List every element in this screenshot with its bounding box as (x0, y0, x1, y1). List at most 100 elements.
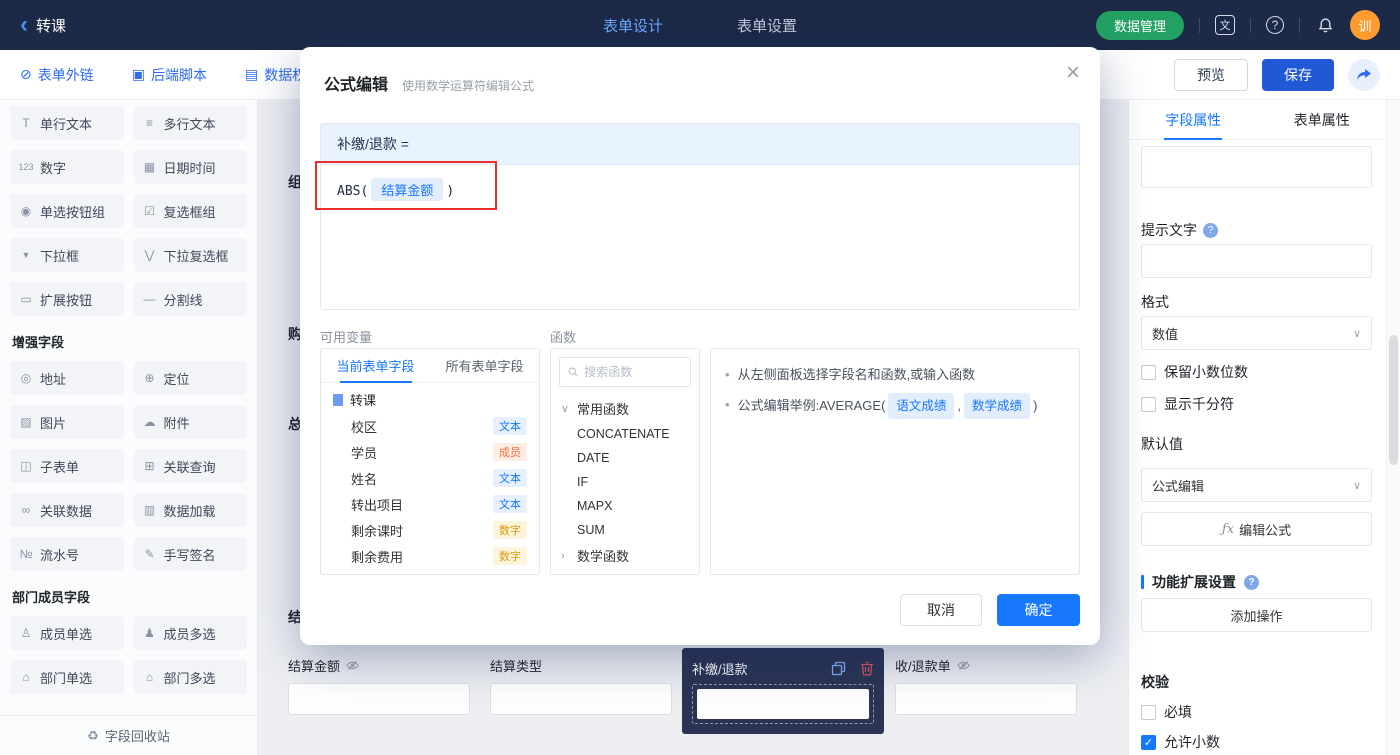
confirm-button[interactable]: 确定 (997, 594, 1080, 626)
field-type-multi-select[interactable]: ⋁ 下拉复选框 (133, 238, 247, 272)
form-external-link[interactable]: ⊘ 表单外链 (20, 65, 94, 85)
tab-current-form-fields[interactable]: 当前表单字段 (321, 349, 430, 382)
function-search-input[interactable] (584, 365, 682, 379)
form-node[interactable]: 转课 (321, 383, 539, 413)
field-type-linked-data[interactable]: ∞ 关联数据 (10, 493, 124, 527)
field-token-chip[interactable]: 结算金额 (371, 178, 444, 201)
formula-input-area[interactable]: ABS(结算金额) (321, 165, 1079, 309)
properties-panel: 字段属性 表单属性 提示文字 ? 格式 数值 ∨ 保留小数位数 显示千分符 默认… (1128, 100, 1386, 755)
back-nav[interactable]: ‹ 转课 (20, 13, 66, 37)
field-type-label: 扩展按钮 (40, 292, 93, 308)
field-type-lookup[interactable]: ⊞ 关联查询 (133, 449, 247, 483)
field-type-label: 成员单选 (40, 626, 93, 642)
canvas-field-selected[interactable]: 补缴/退款 (682, 648, 884, 734)
field-type-attachment[interactable]: ☁ 附件 (133, 405, 247, 439)
variable-row[interactable]: 校区 文本 (321, 413, 539, 439)
canvas-field-receipt[interactable]: 收/退款单 (895, 655, 1077, 715)
field-type-member-single[interactable]: ♙ 成员单选 (10, 616, 124, 650)
field-type-signature[interactable]: ✎ 手写签名 (133, 537, 247, 571)
field-label: 收/退款单 (895, 658, 951, 674)
translate-icon[interactable]: 文 (1215, 15, 1235, 35)
hint-text-input[interactable] (1141, 244, 1372, 278)
scrollbar-thumb[interactable] (1389, 335, 1398, 465)
function-search (559, 357, 691, 387)
field-input[interactable] (288, 683, 470, 715)
field-type-data-load[interactable]: ▥ 数据加载 (133, 493, 247, 527)
field-type-image[interactable]: ▨ 图片 (10, 405, 124, 439)
checkbox-thousand-separator[interactable]: 显示千分符 (1141, 394, 1372, 414)
function-group-math[interactable]: › 数学函数 (551, 542, 699, 569)
data-manage-button[interactable]: 数据管理 (1095, 10, 1184, 40)
function-item[interactable]: DATE (551, 446, 699, 470)
variable-row[interactable]: 学员 成员 (321, 439, 539, 465)
canvas-field-settle-amount[interactable]: 结算金额 (288, 655, 470, 715)
cancel-button[interactable]: 取消 (900, 594, 982, 626)
field-type-datetime[interactable]: ▦ 日期时间 (133, 150, 247, 184)
field-type-subform[interactable]: ◫ 子表单 (10, 449, 124, 483)
field-title-input[interactable] (1141, 146, 1372, 188)
department-icon: ⌂ (22, 670, 30, 684)
preview-button[interactable]: 预览 (1174, 58, 1248, 91)
help-icon[interactable]: ? (1266, 16, 1284, 34)
add-action-button[interactable]: 添加操作 (1141, 598, 1372, 632)
extension-settings-header: 功能扩展设置 ? (1141, 572, 1372, 592)
field-type-multi-text[interactable]: ≡ 多行文本 (133, 106, 247, 140)
tab-form-settings[interactable]: 表单设置 (737, 15, 797, 36)
field-input[interactable] (490, 683, 672, 715)
field-recycle-bin[interactable]: ♻ 字段回收站 (0, 715, 257, 755)
field-type-member-multi[interactable]: ♟ 成员多选 (133, 616, 247, 650)
field-type-label: 分割线 (163, 292, 203, 308)
section-dept-member-fields: 部门成员字段 (12, 590, 91, 605)
tab-field-properties[interactable]: 字段属性 (1129, 100, 1258, 139)
copy-field-icon[interactable] (831, 661, 846, 676)
field-type-radio-group[interactable]: ◉ 单选按钮组 (10, 194, 124, 228)
field-type-select[interactable]: ▼ 下拉框 (10, 238, 124, 272)
field-type-label: 数字 (40, 160, 67, 176)
close-icon[interactable]: × (1066, 61, 1080, 85)
delete-field-icon[interactable] (860, 661, 874, 676)
field-type-label: 单选按钮组 (40, 204, 106, 220)
help-icon[interactable]: ? (1203, 222, 1218, 238)
checkbox-allow-decimal[interactable]: 允许小数 (1141, 732, 1372, 752)
avatar[interactable]: 训 (1350, 10, 1380, 40)
format-select[interactable]: 数值 ∨ (1141, 316, 1372, 350)
field-type-dept-multi[interactable]: ⌂ 部门多选 (133, 660, 247, 694)
variable-row[interactable]: 姓名 文本 (321, 465, 539, 491)
field-type-divider[interactable]: ― 分割线 (133, 282, 247, 316)
tab-form-design[interactable]: 表单设计 (603, 15, 663, 36)
save-button[interactable]: 保存 (1262, 58, 1334, 91)
field-type-extend-button[interactable]: ▭ 扩展按钮 (10, 282, 124, 316)
field-input[interactable] (895, 683, 1077, 715)
checkbox-keep-decimals[interactable]: 保留小数位数 (1141, 362, 1372, 382)
variable-row[interactable]: 转出项目 文本 (321, 491, 539, 517)
function-item[interactable]: MAPX (551, 494, 699, 518)
tab-form-properties[interactable]: 表单属性 (1258, 100, 1387, 139)
tab-all-form-fields[interactable]: 所有表单字段 (430, 349, 539, 382)
edit-formula-button[interactable]: ƒx 编辑公式 (1141, 512, 1372, 546)
field-type-checkbox-group[interactable]: ☑ 复选框组 (133, 194, 247, 228)
variable-row[interactable]: 剩余课时 数字 (321, 517, 539, 543)
default-value-select[interactable]: 公式编辑 ∨ (1141, 468, 1372, 502)
field-type-label: 单行文本 (40, 116, 93, 132)
function-item[interactable]: IF (551, 470, 699, 494)
function-group-text[interactable]: › 文本函数 (551, 569, 699, 574)
field-type-number[interactable]: 123 数字 (10, 150, 124, 184)
share-button[interactable] (1348, 58, 1380, 91)
canvas-field-settle-type[interactable]: 结算类型 (490, 655, 672, 715)
field-type-dept-single[interactable]: ⌂ 部门单选 (10, 660, 124, 694)
checkbox-required[interactable]: 必填 (1141, 702, 1372, 722)
field-type-serial-number[interactable]: № 流水号 (10, 537, 124, 571)
vertical-scrollbar (1386, 100, 1400, 755)
help-icon[interactable]: ? (1244, 574, 1259, 590)
data-permission-link[interactable]: ▤ 数据权 (245, 65, 306, 85)
notification-bell-icon[interactable] (1315, 15, 1335, 35)
field-type-location[interactable]: ⊕ 定位 (133, 361, 247, 395)
variable-row[interactable]: 剩余费用 数字 (321, 543, 539, 569)
field-type-single-text[interactable]: T 单行文本 (10, 106, 124, 140)
function-item[interactable]: SUM (551, 518, 699, 542)
backend-script-link[interactable]: ▣ 后端脚本 (132, 65, 207, 85)
field-input[interactable] (697, 689, 869, 719)
field-type-address[interactable]: ◎ 地址 (10, 361, 124, 395)
function-item[interactable]: CONCATENATE (551, 422, 699, 446)
function-group-common[interactable]: ∨ 常用函数 (551, 395, 699, 422)
